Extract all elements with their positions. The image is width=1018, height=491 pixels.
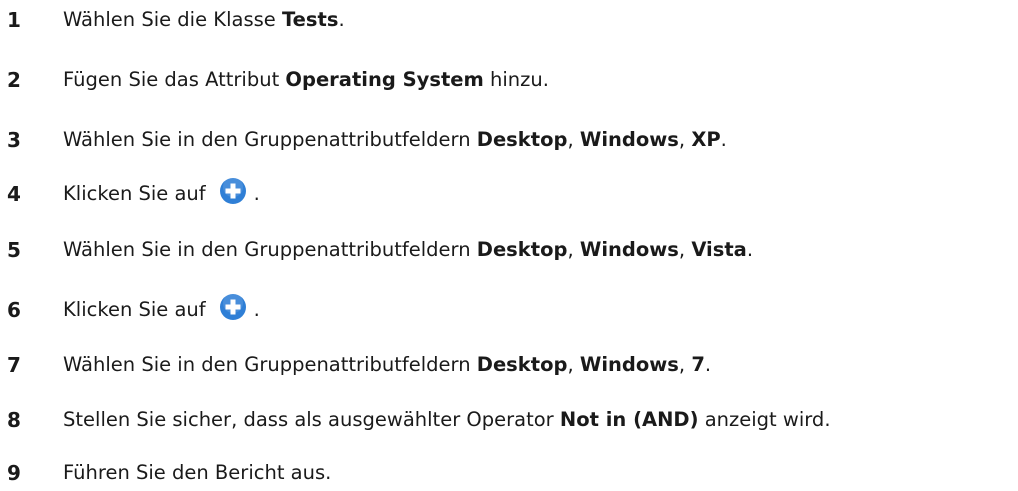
step-text-bold: Windows: [579, 353, 679, 376]
step-text-segment: .: [746, 238, 754, 261]
step-text-bold: Tests: [281, 8, 339, 31]
step-text: Fügen Sie das Attribut Operating System …: [63, 62, 549, 98]
step-number: 9: [7, 461, 21, 485]
step-text-bold: XP: [691, 128, 721, 151]
plus-circle-icon: [219, 177, 246, 204]
step-number: 8: [7, 408, 21, 432]
step-text-segment: .: [253, 298, 260, 321]
step-item: 3 Wählen Sie in den Gruppenattributfelder…: [0, 122, 1018, 158]
step-text-segment: Klicken Sie auf: [63, 298, 206, 321]
step-text-segment: Führen Sie den Bericht aus.: [63, 461, 332, 484]
step-text-segment: ,: [567, 238, 580, 261]
step-text-bold: Desktop: [476, 238, 568, 261]
step-number: 6: [7, 298, 21, 322]
step-text-segment: ,: [678, 353, 692, 376]
step-number: 4: [7, 182, 21, 206]
step-text-bold: Operating System: [285, 68, 484, 91]
step-number: 2: [7, 68, 21, 92]
step-text-segment: ,: [567, 128, 580, 151]
step-item: 1 Wählen Sie die Klasse Tests.: [0, 2, 1018, 38]
step-text-bold: Windows: [579, 238, 679, 261]
step-text-segment: ,: [678, 128, 692, 151]
step-text-bold: 7: [691, 353, 705, 376]
step-text: Wählen Sie die Klasse Tests.: [63, 2, 345, 38]
step-item: 9 Führen Sie den Bericht aus.: [0, 455, 1018, 491]
step-text-segment: Wählen Sie in den Gruppenattributfeldern: [63, 353, 477, 376]
step-text-segment: Klicken Sie auf: [63, 182, 206, 205]
step-text: Wählen Sie in den Gruppenattributfeldern…: [63, 122, 727, 158]
step-text-segment: Wählen Sie die Klasse: [63, 8, 282, 31]
step-number: 5: [7, 238, 21, 262]
step-item: 8 Stellen Sie sicher, dass als ausgewählt…: [0, 402, 1018, 438]
step-text-segment: .: [338, 8, 345, 31]
step-text: Stellen Sie sicher, dass als ausgewählte…: [63, 402, 831, 438]
step-number: 1: [7, 8, 21, 32]
step-text-segment: ,: [567, 353, 580, 376]
step-text: Führen Sie den Bericht aus.: [63, 455, 331, 491]
step-text-segment: ,: [678, 238, 692, 261]
step-text-segment: .: [720, 128, 727, 151]
step-text-segment: hinzu.: [483, 68, 549, 91]
step-text: Klicken Sie auf.: [63, 176, 260, 212]
step-text-bold: Desktop: [476, 128, 568, 151]
step-text-segment: Wählen Sie in den Gruppenattributfeldern: [63, 238, 477, 261]
step-item: 7 Wählen Sie in den Gruppenattributfelder…: [0, 347, 1018, 383]
step-text-segment: .: [704, 353, 712, 376]
step-text-bold: Windows: [579, 128, 679, 151]
step-item: 6 Klicken Sie auf.: [0, 292, 1018, 328]
step-text-segment: Fügen Sie das Attribut: [63, 68, 286, 91]
step-text-segment: .: [253, 182, 260, 205]
step-number: 7: [7, 353, 21, 377]
step-text-bold: Not in (AND): [559, 408, 699, 431]
step-text: Wählen Sie in den Gruppenattributfeldern…: [63, 232, 753, 268]
step-text-segment: anzeigt wird.: [698, 408, 831, 431]
step-text: Klicken Sie auf.: [63, 292, 260, 328]
step-item: 4 Klicken Sie auf.: [0, 176, 1018, 212]
step-text: Wählen Sie in den Gruppenattributfeldern…: [63, 347, 711, 383]
step-item: 2 Fügen Sie das Attribut Operating System…: [0, 62, 1018, 98]
plus-circle-icon: [219, 293, 246, 320]
step-number: 3: [7, 128, 21, 152]
step-text-segment: Stellen Sie sicher, dass als ausgewählte…: [63, 408, 560, 431]
step-text-bold: Desktop: [476, 353, 568, 376]
step-text-segment: Wählen Sie in den Gruppenattributfeldern: [63, 128, 477, 151]
step-text-bold: Vista: [691, 238, 747, 261]
step-item: 5 Wählen Sie in den Gruppenattributfelder…: [0, 232, 1018, 268]
